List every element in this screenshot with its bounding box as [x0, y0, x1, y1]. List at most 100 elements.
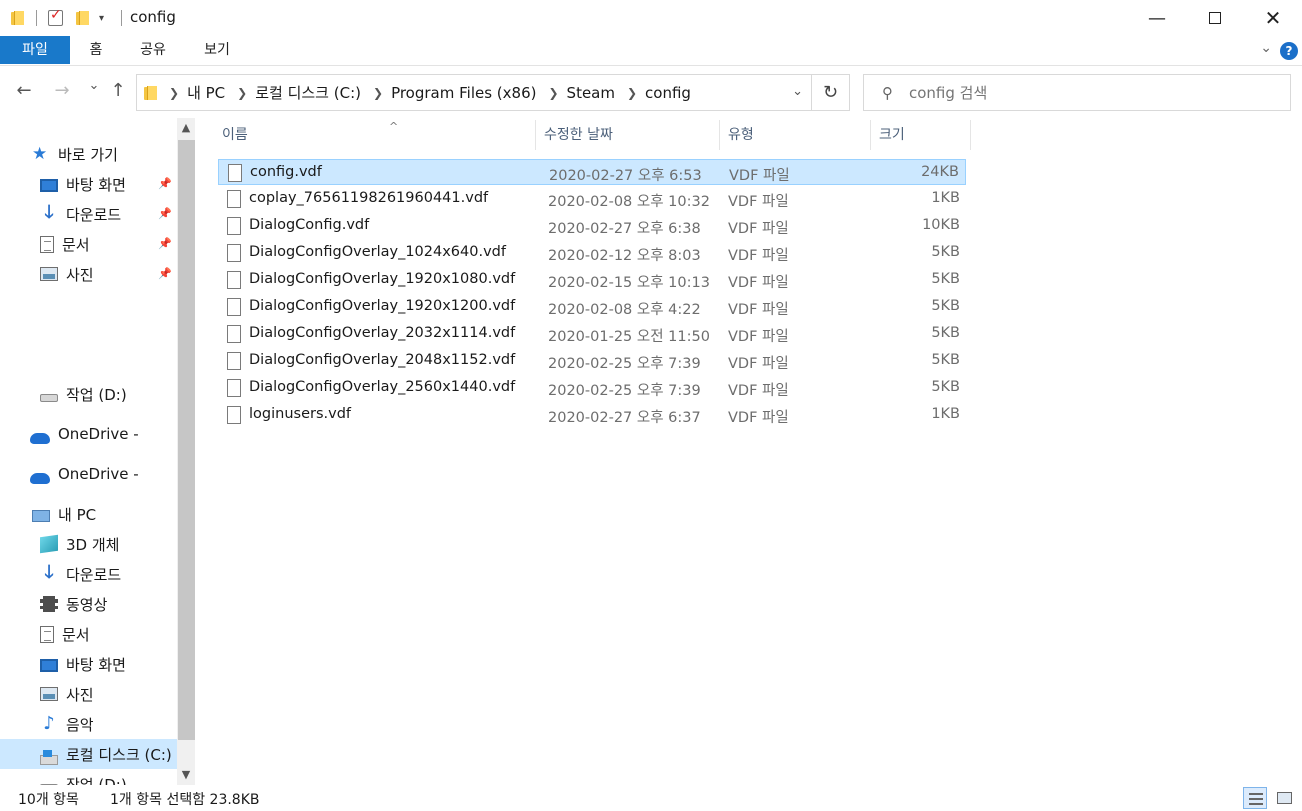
sidebar-item-drive-d[interactable]: 작업 (D:)	[40, 379, 127, 409]
file-type: VDF 파일	[728, 194, 789, 210]
sidebar-item-pictures-pc[interactable]: 사진	[40, 679, 94, 709]
recent-locations-button[interactable]: ⌄	[82, 78, 106, 93]
sidebar-item-quick-access[interactable]: ★ 바로 가기	[32, 139, 118, 169]
file-row[interactable]: DialogConfigOverlay_2032x1114.vdf 2020-01…	[218, 321, 966, 347]
tab-file[interactable]: 파일	[0, 36, 70, 64]
scroll-up-icon[interactable]: ▲	[177, 118, 195, 138]
large-icons-view-icon[interactable]	[1272, 787, 1296, 809]
file-row[interactable]: DialogConfigOverlay_2560x1440.vdf 2020-02…	[218, 375, 966, 401]
sidebar-item-this-pc[interactable]: 내 PC	[32, 499, 96, 529]
tab-share[interactable]: 공유	[130, 36, 176, 64]
sidebar-item-music[interactable]: ♪ 음악	[40, 709, 93, 739]
forward-button[interactable]: →	[50, 80, 74, 101]
sidebar-item-label: 로컬 디스크 (C:)	[66, 745, 172, 764]
folder-icon	[10, 8, 24, 28]
chevron-right-icon[interactable]: ❯	[237, 86, 247, 100]
file-name: DialogConfigOverlay_1920x1080.vdf	[249, 271, 516, 287]
file-size: 5KB	[931, 298, 960, 314]
sidebar-item-pictures[interactable]: 사진	[40, 259, 94, 289]
tab-home[interactable]: 홈	[76, 36, 116, 64]
file-row[interactable]: coplay_76561198261960441.vdf 2020-02-08 오…	[218, 186, 966, 212]
address-history-dropdown[interactable]: ⌄	[792, 84, 803, 99]
sidebar-item-label: 다운로드	[66, 565, 122, 584]
file-row[interactable]: DialogConfigOverlay_1920x1080.vdf 2020-02…	[218, 267, 966, 293]
download-icon: 🡓	[44, 202, 54, 223]
file-row[interactable]: loginusers.vdf 2020-02-27 오후 6:37 VDF 파일 1K…	[218, 402, 966, 428]
sidebar-item-local-disk-c[interactable]: 로컬 디스크 (C:)	[0, 739, 177, 769]
file-row[interactable]: config.vdf 2020-02-27 오후 6:53 VDF 파일 24KB	[218, 159, 966, 185]
sidebar-scrollbar[interactable]: ▲ ▼	[177, 118, 195, 785]
computer-icon	[32, 510, 50, 522]
close-icon[interactable]: ✕	[1244, 0, 1302, 36]
item-count: 10개 항목	[18, 792, 79, 808]
up-button[interactable]: ↑	[106, 80, 130, 101]
new-folder-icon[interactable]	[75, 8, 89, 28]
sidebar-item-desktop-pc[interactable]: 바탕 화면	[40, 649, 126, 679]
file-row[interactable]: DialogConfigOverlay_2048x1152.vdf 2020-02…	[218, 348, 966, 374]
file-date: 2020-02-15 오후 10:13	[548, 275, 710, 291]
file-size: 24KB	[921, 164, 959, 180]
file-date: 2020-02-08 오후 4:22	[548, 302, 701, 318]
file-size: 10KB	[922, 217, 960, 233]
details-view-icon[interactable]	[1243, 787, 1267, 809]
breadcrumb-program-files[interactable]: Program Files (x86)	[391, 84, 536, 102]
sidebar-item-onedrive-2[interactable]: OneDrive -	[30, 459, 139, 489]
file-row[interactable]: DialogConfigOverlay_1920x1200.vdf 2020-02…	[218, 294, 966, 320]
file-row[interactable]: DialogConfigOverlay_1024x640.vdf 2020-02-…	[218, 240, 966, 266]
chevron-right-icon[interactable]: ❯	[373, 86, 383, 100]
breadcrumb-steam[interactable]: Steam	[567, 84, 615, 102]
title-bar: ✓ ▾ config — ✕	[0, 0, 1302, 36]
sidebar-item-videos[interactable]: 동영상	[40, 589, 107, 619]
file-icon	[227, 244, 241, 262]
file-row[interactable]: DialogConfig.vdf 2020-02-27 오후 6:38 VDF 파일…	[218, 213, 966, 239]
help-icon[interactable]: ?	[1280, 42, 1298, 60]
scroll-down-icon[interactable]: ▼	[177, 765, 195, 785]
sidebar-item-label: 사진	[66, 265, 94, 284]
breadcrumb-this-pc[interactable]: 내 PC	[187, 82, 225, 103]
sidebar-item-documents[interactable]: 문서	[40, 229, 90, 259]
pin-icon[interactable]: 📌	[158, 237, 172, 250]
pin-icon[interactable]: 📌	[158, 207, 172, 220]
pin-icon[interactable]: 📌	[158, 267, 172, 280]
chevron-right-icon[interactable]: ❯	[169, 86, 179, 100]
desktop-icon	[40, 658, 58, 672]
scrollbar-thumb[interactable]	[178, 140, 195, 740]
sidebar-item-documents-pc[interactable]: 문서	[40, 619, 90, 649]
sidebar-item-3d-objects[interactable]: 3D 개체	[40, 529, 119, 559]
maximize-icon[interactable]	[1186, 0, 1244, 36]
file-icon	[227, 352, 241, 370]
sidebar-item-onedrive-1[interactable]: OneDrive -	[30, 419, 139, 449]
file-icon	[227, 271, 241, 289]
sidebar-item-drive-d-pc[interactable]: 작업 (D:)	[40, 769, 127, 785]
sidebar-item-downloads[interactable]: 🡓 다운로드	[40, 199, 121, 229]
chevron-right-icon[interactable]: ❯	[548, 86, 558, 100]
address-bar[interactable]: ❯ 내 PC ❯ 로컬 디스크 (C:) ❯ Program Files (x8…	[136, 74, 850, 111]
file-size: 5KB	[931, 379, 960, 395]
file-date: 2020-02-27 오후 6:38	[548, 221, 701, 237]
sidebar-item-desktop[interactable]: 바탕 화면	[40, 169, 126, 199]
search-input[interactable]	[909, 83, 1269, 102]
pin-icon[interactable]: 📌	[158, 177, 172, 190]
search-box[interactable]: ⚲	[863, 74, 1291, 111]
customize-toolbar-icon[interactable]: ▾	[99, 8, 104, 28]
column-header-name[interactable]: ^ 이름	[214, 120, 536, 150]
breadcrumb-local-disk[interactable]: 로컬 디스크 (C:)	[255, 82, 361, 103]
column-header-date[interactable]: 수정한 날짜	[536, 120, 720, 150]
pictures-icon	[40, 687, 58, 701]
column-header-size[interactable]: 크기	[871, 120, 971, 150]
expand-ribbon-icon[interactable]: ⌄	[1260, 40, 1272, 56]
file-name: DialogConfigOverlay_1920x1200.vdf	[249, 298, 516, 314]
breadcrumb-config[interactable]: config	[645, 84, 691, 102]
sidebar-item-label: OneDrive -	[58, 465, 139, 483]
file-name: DialogConfigOverlay_1024x640.vdf	[249, 244, 506, 260]
refresh-icon[interactable]: ↻	[811, 75, 849, 110]
file-type: VDF 파일	[728, 221, 789, 237]
column-header-type[interactable]: 유형	[720, 120, 871, 150]
chevron-right-icon[interactable]: ❯	[627, 86, 637, 100]
properties-icon[interactable]: ✓	[48, 7, 63, 28]
minimize-icon[interactable]: —	[1128, 0, 1186, 36]
sidebar-item-downloads-pc[interactable]: 🡓 다운로드	[40, 559, 121, 589]
sidebar-item-label: 다운로드	[66, 205, 122, 224]
tab-view[interactable]: 보기	[194, 36, 240, 64]
back-button[interactable]: ←	[12, 80, 36, 101]
